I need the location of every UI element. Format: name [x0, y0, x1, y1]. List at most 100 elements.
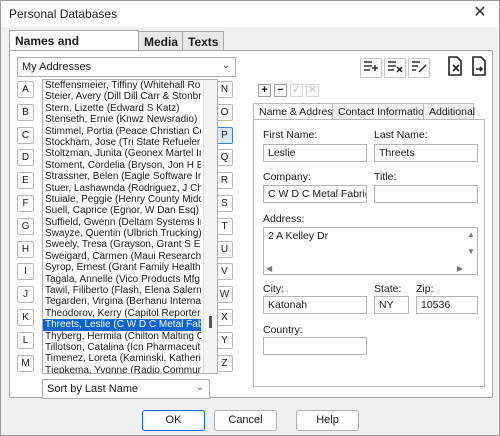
list-item[interactable]: Stuiale, Peggie (Henry County Middl	[43, 194, 201, 205]
personal-databases-window: Personal Databases ✕ Names and Addresses…	[0, 0, 500, 436]
tab-name-and-address[interactable]: Name & Address	[253, 103, 338, 120]
sort-select[interactable]: Sort by Last Name ⌄	[42, 379, 210, 399]
letter-button-i[interactable]: I	[17, 263, 34, 281]
letter-button-c[interactable]: C	[17, 126, 34, 144]
add-entry-button[interactable]: +	[258, 84, 271, 97]
letter-button-m[interactable]: M	[17, 354, 34, 372]
letter-button-y[interactable]: Y	[216, 331, 233, 349]
cancel-entry-button[interactable]: ✕	[306, 84, 319, 97]
names-list-scrollbar[interactable]	[203, 80, 217, 373]
list-item[interactable]: Timenez, Loreta (Kaminski, Katherine	[43, 353, 201, 364]
title-bar: Personal Databases ✕	[1, 1, 499, 27]
letter-button-f[interactable]: F	[17, 195, 34, 212]
scrollbar-thumb[interactable]	[209, 316, 212, 328]
last-name-field[interactable]: Threets	[374, 144, 478, 162]
delete-record-icon[interactable]	[384, 58, 406, 78]
letter-button-h[interactable]: H	[17, 240, 34, 258]
list-item[interactable]: Stenseth, Ernie (Knwz Newsradio)	[43, 114, 201, 125]
letter-button-o[interactable]: O	[216, 103, 233, 121]
tab-media[interactable]: Media	[138, 31, 183, 51]
sort-select-value: Sort by Last Name	[47, 383, 139, 395]
confirm-entry-button[interactable]: ✓	[290, 84, 303, 97]
letter-button-x[interactable]: X	[216, 309, 233, 326]
address-hscrollbar[interactable]: ◀ ▶	[264, 264, 477, 274]
first-name-field[interactable]: Leslie	[263, 144, 367, 162]
letter-button-t[interactable]: T	[216, 217, 233, 235]
company-field[interactable]: C W D C Metal Fabricato	[263, 185, 367, 203]
chevron-down-icon: ⌄	[195, 382, 204, 393]
zip-field[interactable]: 10536	[416, 296, 478, 314]
city-field[interactable]: Katonah	[263, 296, 367, 314]
letter-button-s[interactable]: S	[216, 195, 233, 212]
letter-button-l[interactable]: L	[17, 331, 34, 349]
list-item[interactable]: Suffield, Gwenn (Deltam Systems Inc	[43, 217, 201, 228]
database-select-value: My Addresses	[22, 61, 92, 73]
list-item[interactable]: Steffensmeier, Tiffiny (Whitehall Rob	[43, 80, 201, 91]
list-item[interactable]: Tegarden, Virgina (Berhanu Internati	[43, 296, 201, 307]
address-label: Address:	[263, 213, 305, 225]
letter-button-j[interactable]: J	[17, 286, 34, 304]
tab-contact-information[interactable]: Contact Information	[332, 103, 430, 120]
letter-button-w[interactable]: W	[216, 286, 233, 304]
chevron-down-icon: ⌄	[221, 60, 230, 71]
window-title: Personal Databases	[9, 7, 118, 21]
database-select[interactable]: My Addresses ⌄	[17, 57, 236, 77]
address-field[interactable]: 2 A Kelley Dr ▲ ▼ ◀ ▶	[263, 227, 478, 275]
zip-label: Zip:	[416, 283, 434, 295]
title-label: Title:	[374, 171, 397, 183]
list-item[interactable]: Swayze, Quentin (Ulbrich Trucking)	[43, 228, 201, 239]
names-list[interactable]: Steffensmeier, Tiffiny (Whitehall Rob Ste…	[42, 79, 218, 374]
list-item[interactable]: Stockham, Jose (Tri State Refueler (	[43, 137, 201, 148]
tab-names-and-addresses[interactable]: Names and Addresses	[9, 30, 139, 62]
letter-button-v[interactable]: V	[216, 263, 233, 281]
list-item[interactable]: Steier, Avery (Dill Dill Carr & Stonbrak	[43, 91, 201, 102]
letter-button-n[interactable]: N	[216, 81, 233, 98]
letter-button-q[interactable]: Q	[216, 149, 233, 167]
tab-texts[interactable]: Texts	[182, 31, 224, 51]
list-item[interactable]: Threets, Leslie (C W D C Metal Fabri	[43, 319, 201, 331]
close-icon[interactable]: ✕	[469, 3, 491, 23]
list-item[interactable]: Syrop, Ernest (Grant Family Health C	[43, 262, 201, 273]
list-item[interactable]: Stoment, Cordelia (Bryson, Jon H E	[43, 160, 201, 171]
letter-button-p[interactable]: P	[216, 126, 233, 144]
letter-button-k[interactable]: K	[17, 309, 34, 326]
remove-entry-button[interactable]: −	[274, 84, 287, 97]
list-item[interactable]: Tjepkema, Yvonne (Radio Communi	[43, 365, 201, 373]
add-record-icon[interactable]	[360, 58, 382, 78]
state-label: State:	[374, 283, 402, 295]
list-item[interactable]: Stimmel, Portia (Peace Christian Cen	[43, 126, 201, 137]
edit-record-icon[interactable]	[408, 58, 430, 78]
country-field[interactable]	[263, 337, 367, 355]
list-item[interactable]: Suell, Caprice (Egnor, W Dan Esq)	[43, 205, 201, 216]
state-field[interactable]: NY	[374, 296, 409, 314]
list-item[interactable]: Stern, Lizette (Edward S Katz)	[43, 103, 201, 114]
letter-button-d[interactable]: D	[17, 149, 34, 167]
list-item[interactable]: Tagala, Annelle (Vico Products Mfg (	[43, 274, 201, 285]
letter-button-a[interactable]: A	[17, 81, 34, 98]
list-item[interactable]: Thyberg, Hermila (Chilton Malting Co	[43, 331, 201, 342]
list-item[interactable]: Strassner, Belen (Eagle Software Inc	[43, 171, 201, 182]
letter-button-g[interactable]: G	[17, 217, 34, 235]
letter-button-e[interactable]: E	[17, 172, 34, 190]
list-item[interactable]: Stuer, Lashawnda (Rodriguez, J Chri	[43, 183, 201, 194]
list-item[interactable]: Sweely, Tresa (Grayson, Grant S Esc	[43, 239, 201, 250]
letter-button-u[interactable]: U	[216, 240, 233, 258]
address-value: 2 A Kelley Dr	[268, 230, 329, 242]
list-item[interactable]: Stoltzman, Junita (Geonex Martel Inc	[43, 148, 201, 159]
title-field[interactable]	[374, 185, 478, 203]
tab-additional[interactable]: Additional	[423, 103, 475, 120]
letter-button-z[interactable]: Z	[216, 354, 233, 372]
list-item[interactable]: Tawil, Filiberto (Flash, Elena Salerno	[43, 285, 201, 296]
list-item[interactable]: Theodorov, Kerry (Capitol Reporters)	[43, 308, 201, 319]
ok-button[interactable]: OK	[142, 410, 205, 431]
city-label: City:	[263, 283, 284, 295]
list-item[interactable]: Sweigard, Carmen (Maui Research &	[43, 251, 201, 262]
help-button[interactable]: Help	[296, 410, 359, 431]
letter-button-r[interactable]: R	[216, 172, 233, 190]
cancel-button[interactable]: Cancel	[214, 410, 277, 431]
import-icon[interactable]	[468, 56, 490, 80]
name-and-address-panel: First Name: Leslie Last Name: Threets Co…	[253, 119, 485, 387]
letter-button-b[interactable]: B	[17, 103, 34, 121]
list-item[interactable]: Tillotson, Catalina (Icn Pharmaceutic	[43, 342, 201, 353]
export-icon[interactable]	[444, 56, 466, 80]
